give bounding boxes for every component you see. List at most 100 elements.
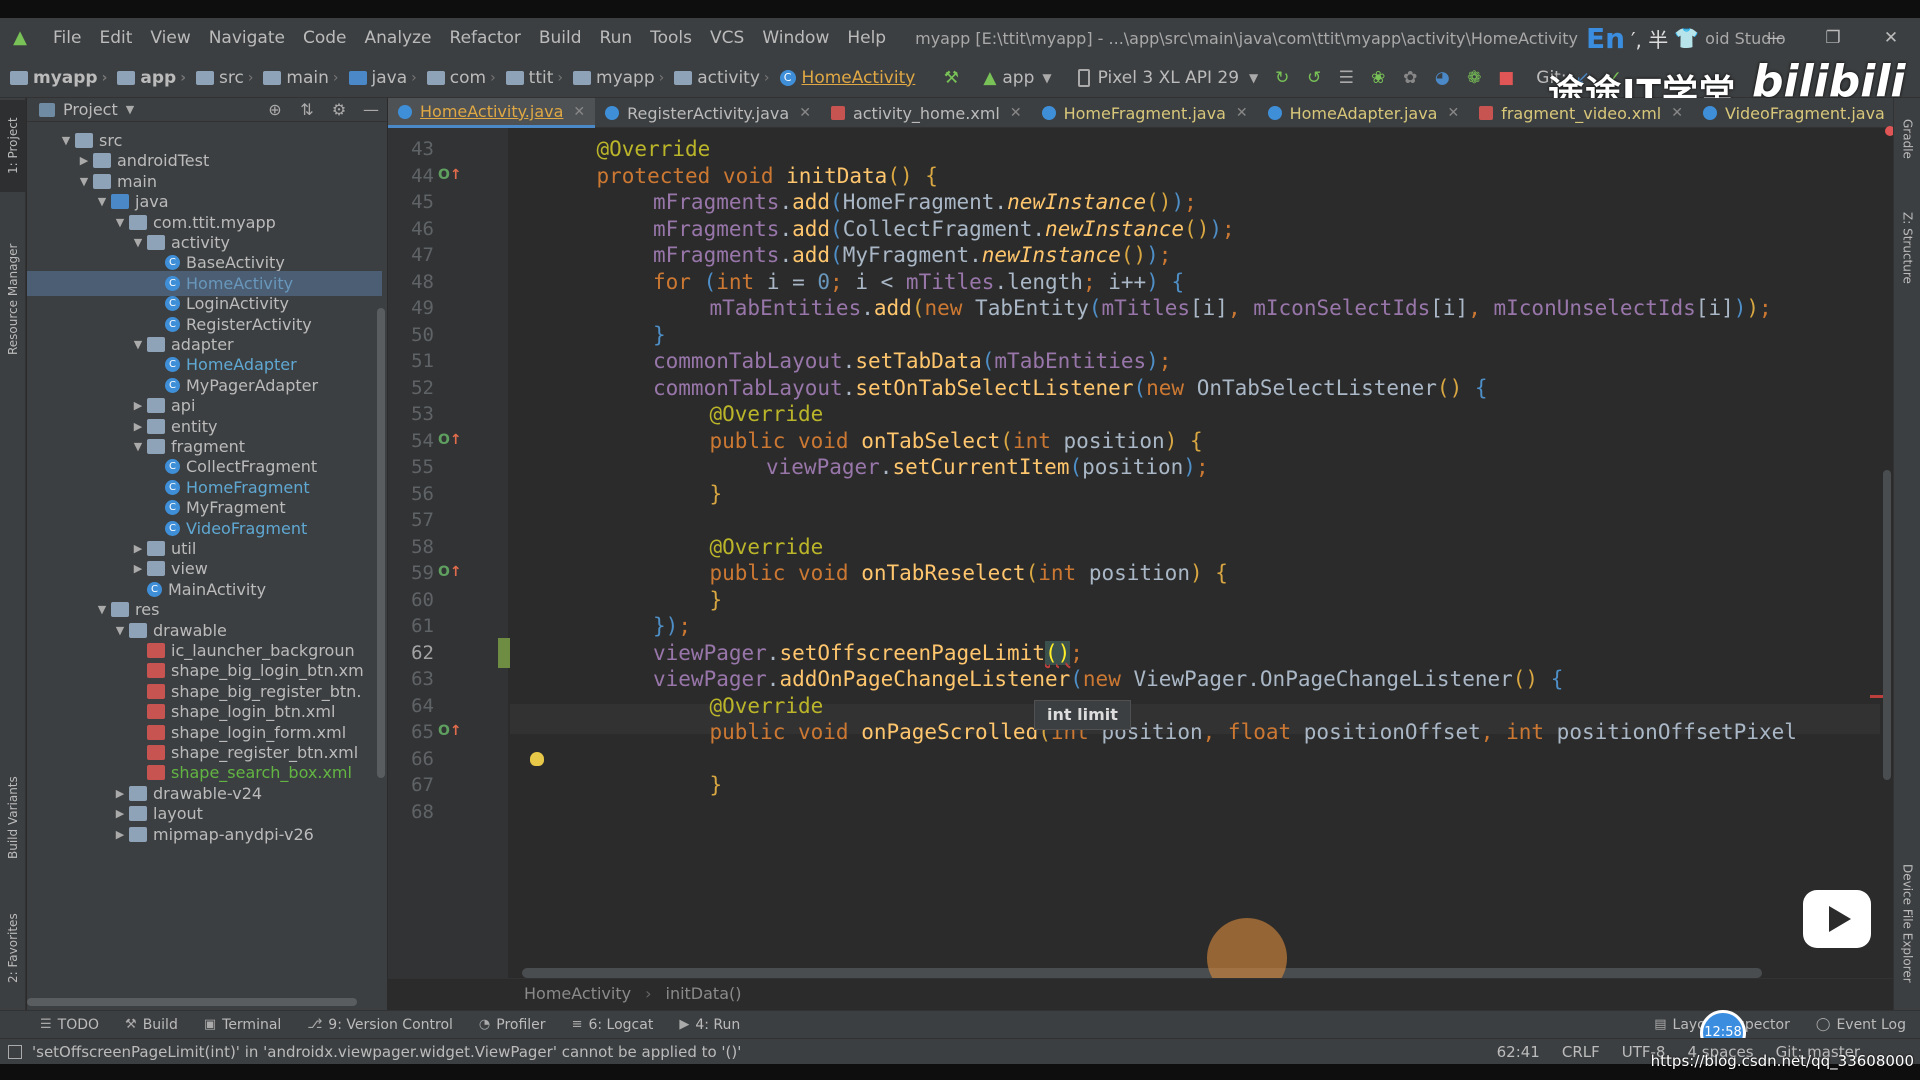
hide-icon[interactable]: — xyxy=(355,100,387,119)
code-line[interactable]: @Override xyxy=(597,136,711,162)
toggle-tool-windows-icon[interactable] xyxy=(8,1044,22,1059)
breadcrumb-class[interactable]: HomeActivity xyxy=(524,984,631,1003)
tool-window-versioncontrol[interactable]: ⎇ 9: Version Control xyxy=(295,1017,467,1033)
chevron-down-icon[interactable]: ▼ xyxy=(126,103,134,116)
menu-help[interactable]: Help xyxy=(838,18,895,58)
close-icon[interactable]: ✕ xyxy=(1447,105,1459,121)
caret-position[interactable]: 62:41 xyxy=(1497,1043,1540,1061)
coverage-icon[interactable]: ☰ xyxy=(1332,64,1360,92)
tab-homeadapter-java[interactable]: HomeAdapter.java ✕ xyxy=(1258,98,1470,128)
code-area[interactable]: @Override protected void initData() {mFra… xyxy=(510,128,1880,978)
skin-icon[interactable]: 👕 xyxy=(1674,26,1699,50)
expanded-arrow-icon[interactable]: ▼ xyxy=(75,175,93,188)
collapsed-arrow-icon[interactable]: ▶ xyxy=(129,399,147,412)
project-horizontal-scrollbar[interactable] xyxy=(27,998,357,1006)
close-icon[interactable]: ✕ xyxy=(1236,105,1248,121)
code-line[interactable]: mTabEntities.add(new TabEntity(mTitles[i… xyxy=(710,295,1772,321)
menu-tools[interactable]: Tools xyxy=(641,18,701,58)
tool-tab-gradle[interactable]: Gradle xyxy=(1894,104,1920,174)
code-line[interactable]: public void onTabSelect(int position) { xyxy=(710,428,1203,454)
locate-icon[interactable]: ⊕ xyxy=(259,100,291,119)
breadcrumb-method[interactable]: initData() xyxy=(666,984,742,1003)
stop-icon[interactable]: ■ xyxy=(1492,64,1520,92)
expanded-arrow-icon[interactable]: ▼ xyxy=(129,338,147,351)
tool-window-eventlog[interactable]: ◯ Event Log xyxy=(1804,1017,1920,1033)
tool-tab-build-variants[interactable]: Build Variants xyxy=(0,763,26,873)
project-view-selector[interactable]: Project xyxy=(63,100,118,119)
line-separator[interactable]: CRLF xyxy=(1562,1043,1600,1061)
expanded-arrow-icon[interactable]: ▼ xyxy=(93,603,111,616)
collapsed-arrow-icon[interactable]: ▶ xyxy=(111,787,129,800)
breadcrumb-item-main[interactable]: main › xyxy=(253,68,339,88)
tool-window-todo[interactable]: ☰ TODO xyxy=(28,1017,113,1033)
tab-videofragment-java[interactable]: VideoFragment.java✕ xyxy=(1693,98,1917,128)
tool-tab-resource-manager[interactable]: Resource Manager xyxy=(0,224,26,374)
tab-homeactivity-java[interactable]: HomeActivity.java ✕ xyxy=(388,98,596,128)
expanded-arrow-icon[interactable]: ▼ xyxy=(111,624,129,637)
tool-window-run[interactable]: ▶ 4: Run xyxy=(667,1017,754,1033)
vcs-change-marker[interactable] xyxy=(498,637,510,668)
menu-analyze[interactable]: Analyze xyxy=(356,18,441,58)
editor-horizontal-scrollbar[interactable] xyxy=(522,968,1762,978)
collapsed-arrow-icon[interactable]: ▶ xyxy=(75,154,93,167)
code-line[interactable]: mFragments.add(CollectFragment.newInstan… xyxy=(653,216,1235,242)
tool-tab-project[interactable]: 1: Project xyxy=(0,100,26,192)
tool-window-build[interactable]: ⚒ Build xyxy=(113,1017,192,1033)
editor-vertical-scrollbar[interactable] xyxy=(1883,470,1891,780)
code-line[interactable]: @Override xyxy=(710,693,824,719)
tree-item[interactable]: ▶ mipmap-anydpi-v26 xyxy=(27,822,382,847)
expanded-arrow-icon[interactable]: ▼ xyxy=(129,236,147,249)
expanded-arrow-icon[interactable]: ▼ xyxy=(129,440,147,453)
breadcrumb-item-app[interactable]: app › xyxy=(107,68,186,88)
code-line[interactable]: protected void initData() { xyxy=(597,163,938,189)
restore-button[interactable]: ❐ xyxy=(1804,18,1862,58)
code-line[interactable]: } xyxy=(710,481,723,507)
override-method-icon[interactable]: O↑ xyxy=(438,564,462,580)
code-line[interactable]: @Override xyxy=(710,401,824,427)
override-method-icon[interactable]: O↑ xyxy=(438,723,462,739)
lightbulb-icon[interactable] xyxy=(530,752,544,766)
breadcrumb-item-myapp[interactable]: myapp › xyxy=(0,68,107,88)
tab-homefragment-java[interactable]: HomeFragment.java ✕ xyxy=(1032,98,1258,128)
attach-debugger-icon[interactable]: ✿ xyxy=(1396,64,1424,92)
breadcrumb-current-class[interactable]: C HomeActivity xyxy=(770,68,915,88)
code-line[interactable]: commonTabLayout.setOnTabSelectListener(n… xyxy=(653,375,1488,401)
minimize-button[interactable]: — xyxy=(1746,18,1804,58)
ime-indicator[interactable]: En xyxy=(1586,22,1625,55)
tool-window-terminal[interactable]: ▣ Terminal xyxy=(192,1017,295,1033)
breadcrumb-item-src[interactable]: src › xyxy=(186,68,253,88)
menu-edit[interactable]: Edit xyxy=(90,18,141,58)
close-button[interactable]: ✕ xyxy=(1862,18,1920,58)
collapsed-arrow-icon[interactable]: ▶ xyxy=(129,420,147,433)
breadcrumb-item-java[interactable]: java › xyxy=(339,68,417,88)
code-line[interactable]: public void onPageScrolled(int position,… xyxy=(710,719,1797,745)
code-line[interactable]: commonTabLayout.setTabData(mTabEntities)… xyxy=(653,348,1171,374)
expanded-arrow-icon[interactable]: ▼ xyxy=(111,216,129,229)
breadcrumb-item-myapp[interactable]: myapp › xyxy=(563,68,664,88)
run-config-dropdown[interactable]: ▲ app ▼ xyxy=(975,64,1059,92)
tool-window-logcat[interactable]: ≡ 6: Logcat xyxy=(560,1017,668,1033)
collapsed-arrow-icon[interactable]: ▶ xyxy=(129,562,147,575)
tab-fragment_video-xml[interactable]: fragment_video.xml ✕ xyxy=(1469,98,1693,128)
debug-icon[interactable]: ❀ xyxy=(1364,64,1392,92)
android-debug-icon[interactable]: ❁ xyxy=(1460,64,1488,92)
hammer-icon[interactable]: ⚒ xyxy=(937,64,965,92)
code-line[interactable]: mFragments.add(MyFragment.newInstance())… xyxy=(653,242,1171,268)
breadcrumb-item-activity[interactable]: activity › xyxy=(664,68,770,88)
menu-window[interactable]: Window xyxy=(753,18,838,58)
close-icon[interactable]: ✕ xyxy=(1010,105,1022,121)
collapsed-arrow-icon[interactable]: ▶ xyxy=(129,542,147,555)
tool-window-profiler[interactable]: ◔ Profiler xyxy=(467,1017,560,1033)
menu-run[interactable]: Run xyxy=(591,18,642,58)
code-line[interactable]: @Override xyxy=(710,534,824,560)
code-line[interactable]: public void onTabReselect(int position) … xyxy=(710,560,1228,586)
tool-tab-device-file-explorer[interactable]: Device File Explorer xyxy=(1894,838,1920,1008)
rerun-icon[interactable]: ↻ xyxy=(1268,64,1296,92)
code-line[interactable]: mFragments.add(HomeFragment.newInstance(… xyxy=(653,189,1197,215)
device-dropdown[interactable]: Pixel 3 XL API 29 ▼ xyxy=(1070,64,1267,92)
code-line[interactable]: }); xyxy=(653,613,691,639)
tab-activity_home-xml[interactable]: activity_home.xml ✕ xyxy=(821,98,1032,128)
close-icon[interactable]: ✕ xyxy=(573,104,585,120)
close-icon[interactable]: ✕ xyxy=(799,105,811,121)
menu-navigate[interactable]: Navigate xyxy=(200,18,294,58)
